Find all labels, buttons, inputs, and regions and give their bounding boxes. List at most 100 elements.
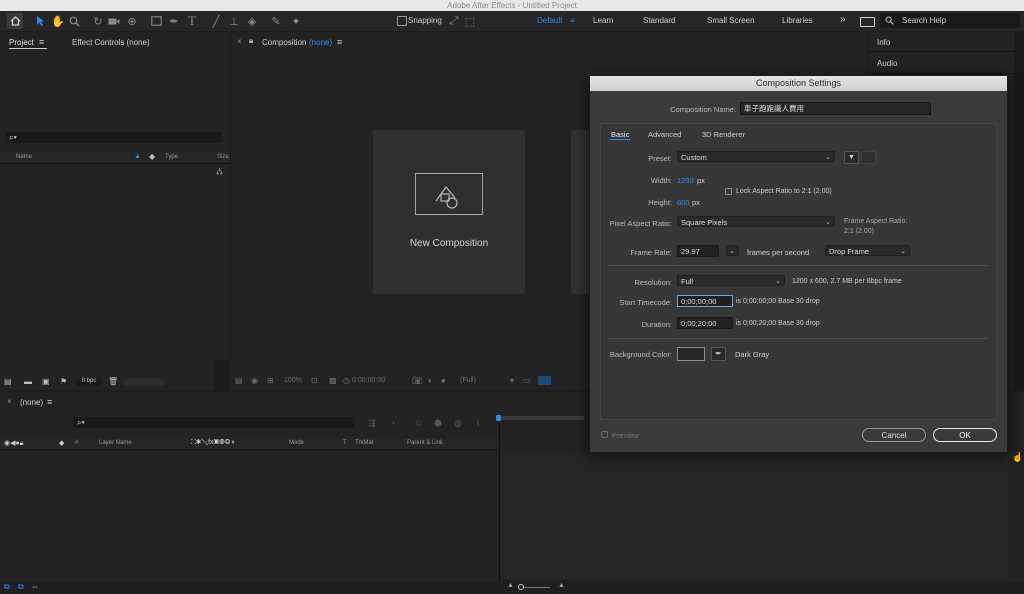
transparency-grid-icon[interactable]: ▩ bbox=[329, 376, 337, 385]
selection-tool-icon[interactable] bbox=[32, 13, 48, 29]
column-mode[interactable]: Mode bbox=[289, 440, 304, 446]
time-zoom-slider-thumb[interactable] bbox=[518, 584, 524, 590]
ok-button[interactable]: OK bbox=[933, 428, 997, 442]
tab-project[interactable]: Project bbox=[9, 38, 34, 47]
shy-layers-icon[interactable]: ☺ bbox=[414, 418, 423, 428]
show-channel-icon[interactable]: ◐ bbox=[428, 376, 433, 385]
cancel-button[interactable]: Cancel bbox=[862, 428, 926, 442]
thumbnail-slider[interactable] bbox=[124, 378, 164, 386]
camera-tool-icon[interactable] bbox=[106, 13, 122, 29]
time-zoom-slider[interactable] bbox=[518, 584, 550, 590]
zoom-value[interactable]: 100% bbox=[284, 377, 302, 384]
workspace-menu-icon[interactable]: ≡ bbox=[570, 16, 575, 25]
column-name[interactable]: Name bbox=[16, 154, 32, 160]
puppet-pin-tool-icon[interactable]: ✦ bbox=[288, 13, 304, 29]
drop-frame-dropdown[interactable]: Drop Frame ⌄ bbox=[825, 245, 910, 256]
new-from-footage-tile[interactable] bbox=[571, 130, 591, 294]
frame-blending-icon[interactable]: ⬢ bbox=[434, 418, 442, 429]
preset-dropdown[interactable]: Custom ⌄ bbox=[677, 151, 835, 162]
eyedropper-icon[interactable]: ✒ bbox=[711, 347, 726, 361]
rotate-tool-icon[interactable]: ↻ bbox=[90, 13, 106, 29]
timeline-search-input[interactable]: ⌕▾ bbox=[74, 417, 354, 428]
sort-ascending-icon[interactable]: ▲ bbox=[134, 153, 141, 160]
always-preview-icon[interactable]: ▤ bbox=[235, 376, 243, 385]
composition-tab-label[interactable]: Composition bbox=[262, 38, 306, 47]
roto-brush-tool-icon[interactable]: ✎ bbox=[268, 13, 284, 29]
height-value[interactable]: 600 bbox=[677, 198, 690, 207]
tab-basic[interactable]: Basic bbox=[611, 130, 629, 139]
fast-preview-icon[interactable]: ▭ bbox=[523, 376, 531, 385]
switches-icon[interactable]: ⛶✱╲fx▣◍◎◑ bbox=[191, 439, 235, 447]
frame-rate-input[interactable]: 29.97 bbox=[677, 245, 719, 257]
snap-options-icon[interactable]: ⬚ bbox=[462, 13, 478, 29]
comp-mini-flowchart-icon[interactable]: ⇶ bbox=[368, 418, 376, 429]
flowchart-icon[interactable]: ⛼ bbox=[216, 166, 223, 178]
scrollbar[interactable] bbox=[215, 360, 230, 390]
snapping-checkbox[interactable] bbox=[397, 16, 407, 26]
save-preset-icon[interactable]: ▼ bbox=[844, 151, 859, 164]
new-composition-icon[interactable]: ▣ bbox=[42, 377, 50, 386]
workspace-default[interactable]: Default bbox=[537, 16, 562, 25]
current-timecode[interactable]: 0:00:00:00 bbox=[352, 377, 385, 384]
column-parent-link[interactable]: Parent & Link bbox=[407, 440, 443, 446]
expand-layer-switches-icon[interactable]: ⧉ bbox=[4, 582, 10, 592]
work-area-bar[interactable] bbox=[496, 415, 584, 421]
pen-tool-icon[interactable]: ✒ bbox=[166, 13, 182, 29]
column-t[interactable]: T bbox=[343, 440, 347, 446]
background-color-swatch[interactable] bbox=[677, 347, 705, 361]
composition-name-input[interactable]: 車子跑跑識人費用 bbox=[740, 102, 931, 115]
delete-preset-icon[interactable] bbox=[861, 151, 876, 164]
resolution-dropdown[interactable]: Full ⌄ bbox=[677, 275, 785, 286]
dropdown-chevron-icon[interactable]: ▾ bbox=[510, 376, 514, 385]
work-area-start-handle[interactable] bbox=[496, 415, 501, 421]
timeline-tab-label[interactable]: (none) bbox=[20, 398, 43, 407]
workspace-learn[interactable]: Learn bbox=[593, 16, 613, 25]
duration-input[interactable]: 0;00;20;00 bbox=[677, 317, 733, 329]
workspace-toggle-icon[interactable] bbox=[860, 17, 875, 27]
preview-checkbox[interactable] bbox=[601, 431, 608, 438]
label-tag-icon[interactable]: ◆ bbox=[149, 152, 155, 161]
label-tag-icon[interactable]: ◆ bbox=[59, 439, 64, 447]
pixel-aspect-ratio-dropdown[interactable]: Square Pixels ⌄ bbox=[677, 216, 835, 227]
chevron-right-icon[interactable]: » bbox=[840, 14, 846, 25]
search-help-field[interactable]: Search Help bbox=[880, 13, 1020, 28]
graph-editor-icon[interactable]: ⌇ bbox=[476, 418, 480, 429]
project-search-input[interactable]: ⌕▾ bbox=[6, 132, 222, 143]
snapshot-icon[interactable]: 📷︎ bbox=[412, 376, 422, 385]
zoom-tool-icon[interactable] bbox=[66, 13, 82, 29]
frame-rate-dropdown[interactable]: ⌄ bbox=[726, 245, 739, 256]
trash-icon[interactable]: 🗑 bbox=[108, 377, 118, 386]
toggle-transparency-icon[interactable] bbox=[538, 376, 551, 385]
workspace-standard[interactable]: Standard bbox=[643, 16, 675, 25]
lock-aspect-ratio-checkbox[interactable] bbox=[725, 188, 732, 195]
column-trkmat[interactable]: TrkMat bbox=[355, 440, 373, 446]
zoom-out-icon[interactable]: ▲ bbox=[507, 582, 514, 589]
composition-tab-value[interactable]: (none) bbox=[309, 38, 332, 47]
panel-menu-icon[interactable]: ≡ bbox=[39, 37, 44, 47]
timecode-clock-icon[interactable]: ◷ bbox=[343, 376, 350, 385]
brush-tool-icon[interactable]: ╱ bbox=[208, 13, 224, 29]
tab-advanced[interactable]: Advanced bbox=[648, 130, 681, 139]
project-settings-icon[interactable]: ⚑ bbox=[60, 377, 67, 386]
workspace-small-screen[interactable]: Small Screen bbox=[707, 16, 755, 25]
bpc-badge[interactable]: 8 bpc bbox=[76, 377, 102, 386]
grid-icon[interactable]: ⊡ bbox=[311, 376, 318, 385]
panel-menu-icon[interactable]: ≡ bbox=[337, 37, 342, 47]
draft-3d-icon[interactable]: ◔ bbox=[390, 418, 395, 428]
resolution-dropdown[interactable]: (Full) bbox=[460, 377, 476, 384]
interpret-footage-icon[interactable]: ▤ bbox=[4, 377, 12, 386]
panel-menu-icon[interactable]: ≡ bbox=[47, 397, 52, 407]
column-type[interactable]: Type bbox=[165, 154, 178, 160]
zoom-in-icon[interactable]: ▲ bbox=[558, 582, 565, 589]
info-panel-tab[interactable]: Info bbox=[877, 38, 890, 47]
av-features-icon[interactable]: ◉◀●🔒︎ bbox=[4, 439, 23, 448]
workspace-libraries[interactable]: Libraries bbox=[782, 16, 813, 25]
tab-effect-controls[interactable]: Effect Controls (none) bbox=[72, 38, 150, 47]
audio-panel-tab[interactable]: Audio bbox=[877, 59, 897, 68]
column-size[interactable]: Size bbox=[217, 154, 229, 160]
rectangle-tool-icon[interactable] bbox=[148, 13, 164, 29]
mask-visibility-icon[interactable]: ◉ bbox=[251, 376, 258, 385]
close-icon[interactable]: × bbox=[7, 397, 12, 406]
hand-tool-icon[interactable]: ✋ bbox=[50, 13, 66, 29]
color-channels-icon[interactable]: ● bbox=[441, 376, 446, 385]
